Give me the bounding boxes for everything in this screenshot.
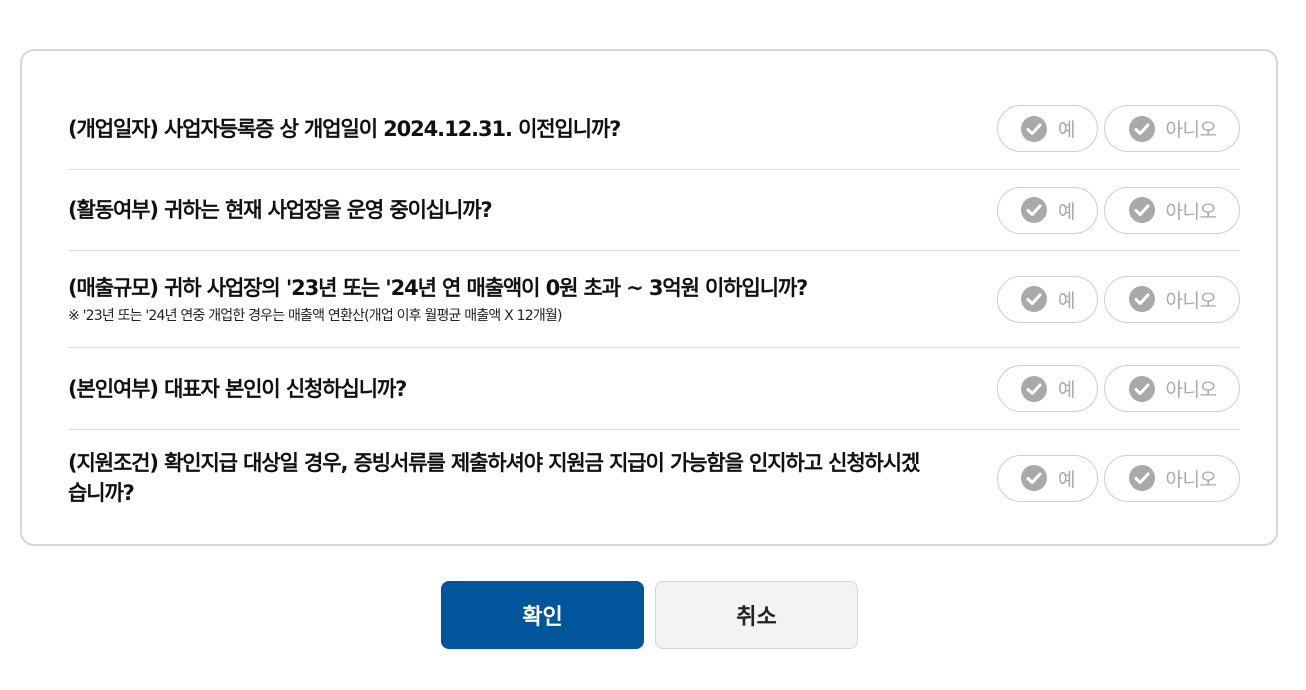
no-option-label: 아니오	[1165, 468, 1217, 491]
no-option-label: 아니오	[1165, 200, 1217, 223]
cancel-button[interactable]: 취소	[655, 581, 858, 649]
check-circle-icon	[1128, 115, 1156, 143]
no-option[interactable]: 아니오	[1104, 275, 1240, 323]
question-text-block: (매출규모) 귀하 사업장의 '23년 또는 '24년 연 매출액이 0원 초과…	[68, 273, 808, 325]
question-list: (개업일자) 사업자등록증 상 개업일이 2024.12.31. 이전입니까? …	[68, 88, 1240, 526]
check-circle-icon	[1128, 375, 1156, 403]
yes-option-label: 예	[1058, 200, 1075, 223]
yes-option-label: 예	[1058, 379, 1075, 401]
yes-option[interactable]: 예	[997, 105, 1098, 152]
question-row-identity: (본인여부) 대표자 본인이 신청하십니까? 예 아니오	[68, 348, 1240, 430]
check-circle-icon	[1020, 375, 1048, 403]
yes-option-label: 예	[1058, 289, 1075, 312]
no-option[interactable]: 아니오	[1104, 186, 1240, 234]
question-text-block: (지원조건) 확인지급 대상일 경우, 증빙서류를 제출하셔야 지원금 지급이 …	[68, 448, 928, 508]
question-note: ※ '23년 또는 '24년 연중 개업한 경우는 매출액 연환산(개업 이후 …	[68, 308, 562, 324]
check-circle-icon	[1128, 464, 1156, 492]
yes-option[interactable]: 예	[997, 454, 1098, 502]
yes-option[interactable]: 예	[997, 186, 1098, 234]
question-text: (매출규모) 귀하 사업장의 '23년 또는 '24년 연 매출액이 0원 초과…	[68, 276, 808, 300]
question-text: (개업일자) 사업자등록증 상 개업일이 2024.12.31. 이전입니까?	[68, 116, 621, 141]
question-row-support-conditions: (지원조건) 확인지급 대상일 경우, 증빙서류를 제출하셔야 지원금 지급이 …	[68, 430, 1240, 526]
check-circle-icon	[1128, 285, 1156, 313]
no-option[interactable]: 아니오	[1104, 365, 1240, 412]
question-text: (활동여부) 귀하는 현재 사업장을 운영 중이십니까?	[68, 198, 493, 222]
no-option[interactable]: 아니오	[1104, 454, 1240, 502]
question-text-block: (개업일자) 사업자등록증 상 개업일이 2024.12.31. 이전입니까?	[68, 114, 621, 144]
question-row-opening-date: (개업일자) 사업자등록증 상 개업일이 2024.12.31. 이전입니까? …	[68, 88, 1240, 170]
check-circle-icon	[1128, 196, 1156, 224]
check-circle-icon	[1020, 196, 1048, 224]
confirm-button[interactable]: 확인	[441, 581, 644, 649]
answer-options: 예 아니오	[997, 186, 1240, 234]
no-option-label: 아니오	[1165, 119, 1217, 141]
answer-options: 예 아니오	[997, 105, 1240, 152]
yes-option[interactable]: 예	[997, 275, 1098, 323]
answer-options: 예 아니오	[997, 275, 1240, 323]
answer-options: 예 아니오	[997, 454, 1240, 502]
question-row-sales-scale: (매출규모) 귀하 사업장의 '23년 또는 '24년 연 매출액이 0원 초과…	[68, 251, 1240, 348]
eligibility-checklist-card: (개업일자) 사업자등록증 상 개업일이 2024.12.31. 이전입니까? …	[20, 49, 1278, 546]
question-text: (본인여부) 대표자 본인이 신청하십니까?	[68, 376, 407, 401]
yes-option[interactable]: 예	[997, 365, 1098, 412]
question-text-block: (활동여부) 귀하는 현재 사업장을 운영 중이십니까?	[68, 195, 493, 225]
no-option-label: 아니오	[1165, 289, 1217, 312]
yes-option-label: 예	[1058, 468, 1075, 491]
yes-option-label: 예	[1058, 119, 1075, 141]
question-text-block: (본인여부) 대표자 본인이 신청하십니까?	[68, 374, 407, 404]
answer-options: 예 아니오	[997, 365, 1240, 412]
no-option-label: 아니오	[1165, 379, 1217, 401]
check-circle-icon	[1020, 115, 1048, 143]
check-circle-icon	[1020, 285, 1048, 313]
question-text: (지원조건) 확인지급 대상일 경우, 증빙서류를 제출하셔야 지원금 지급이 …	[68, 451, 920, 505]
check-circle-icon	[1020, 464, 1048, 492]
question-row-activity: (활동여부) 귀하는 현재 사업장을 운영 중이십니까? 예 아니오	[68, 170, 1240, 251]
no-option[interactable]: 아니오	[1104, 105, 1240, 152]
